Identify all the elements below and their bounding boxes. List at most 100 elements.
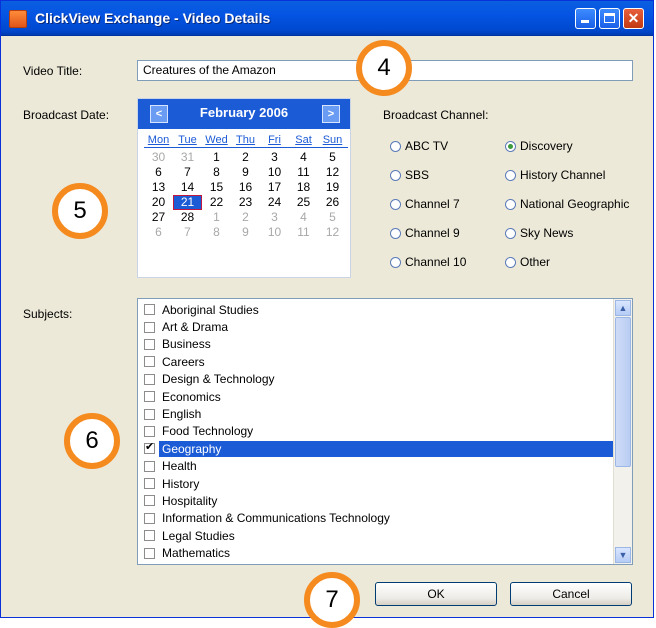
subject-checkbox[interactable] — [144, 356, 155, 368]
list-item[interactable]: Legal Studies — [138, 527, 614, 544]
list-item[interactable]: Art & Drama — [138, 318, 614, 335]
subject-checkbox[interactable] — [144, 478, 155, 490]
radio-circle-icon[interactable] — [505, 227, 516, 239]
list-item[interactable]: Business — [138, 336, 614, 353]
calendar-day[interactable]: 12 — [318, 165, 347, 180]
calendar-day[interactable]: 18 — [289, 180, 318, 195]
title-bar[interactable]: ClickView Exchange - Video Details ✕ — [1, 1, 653, 36]
channel-radio-sky-news[interactable]: Sky News — [505, 226, 573, 240]
subject-checkbox[interactable] — [144, 391, 155, 403]
subject-checkbox[interactable] — [144, 304, 155, 316]
calendar-day[interactable]: 4 — [289, 210, 318, 225]
calendar-day[interactable]: 23 — [231, 195, 260, 210]
maximize-button[interactable] — [599, 8, 620, 29]
calendar-day[interactable]: 17 — [260, 180, 289, 195]
radio-circle-icon[interactable] — [390, 140, 401, 152]
subject-checkbox[interactable] — [144, 338, 155, 350]
calendar-day[interactable]: 1 — [202, 210, 231, 225]
list-item[interactable]: Health — [138, 458, 614, 475]
subject-checkbox[interactable] — [144, 495, 155, 507]
list-item[interactable]: Hospitality — [138, 492, 614, 509]
calendar-day[interactable]: 3 — [260, 150, 289, 165]
list-item[interactable]: Design & Technology — [138, 371, 614, 388]
calendar-day[interactable]: 8 — [202, 225, 231, 240]
radio-circle-icon[interactable] — [505, 256, 516, 268]
calendar-day[interactable]: 25 — [289, 195, 318, 210]
subject-checkbox[interactable] — [144, 425, 155, 437]
channel-radio-sbs[interactable]: SBS — [390, 168, 429, 182]
calendar-prev-month-button[interactable]: < — [150, 105, 168, 123]
calendar-day[interactable]: 2 — [231, 210, 260, 225]
calendar-day[interactable]: 3 — [260, 210, 289, 225]
ok-button[interactable]: OK — [375, 582, 497, 606]
calendar-day[interactable]: 6 — [144, 225, 173, 240]
subject-checkbox[interactable] — [144, 547, 155, 559]
calendar-day[interactable]: 19 — [318, 180, 347, 195]
list-item[interactable]: Economics — [138, 388, 614, 405]
calendar-day[interactable]: 9 — [231, 225, 260, 240]
channel-radio-channel-9[interactable]: Channel 9 — [390, 226, 460, 240]
channel-radio-history-channel[interactable]: History Channel — [505, 168, 605, 182]
channel-radio-discovery[interactable]: Discovery — [505, 139, 573, 153]
subject-checkbox[interactable] — [144, 460, 155, 472]
close-button[interactable]: ✕ — [623, 8, 644, 29]
calendar-day[interactable]: 7 — [173, 225, 202, 240]
calendar-next-month-button[interactable]: > — [322, 105, 340, 123]
broadcast-date-calendar[interactable]: < February 2006 > Mon Tue Wed Thu Fri Sat Sun … — [137, 98, 351, 278]
calendar-day[interactable]: 4 — [289, 150, 318, 165]
subject-checkbox[interactable] — [144, 321, 155, 333]
list-item[interactable]: Careers — [138, 353, 614, 370]
subject-checkbox[interactable] — [144, 512, 155, 524]
calendar-day[interactable]: 5 — [318, 150, 347, 165]
list-item[interactable]: History — [138, 475, 614, 492]
list-item[interactable]: Information & Communications Technology — [138, 510, 614, 527]
calendar-day[interactable]: 24 — [260, 195, 289, 210]
calendar-day[interactable]: 13 — [144, 180, 173, 195]
radio-circle-icon[interactable] — [505, 140, 516, 152]
calendar-day[interactable]: 8 — [202, 165, 231, 180]
calendar-day[interactable]: 7 — [173, 165, 202, 180]
calendar-day[interactable]: 9 — [231, 165, 260, 180]
calendar-day-selected[interactable]: 21 — [173, 195, 202, 210]
channel-radio-channel-10[interactable]: Channel 10 — [390, 255, 466, 269]
scroll-up-button[interactable]: ▲ — [615, 300, 631, 316]
calendar-day[interactable]: 6 — [144, 165, 173, 180]
calendar-day[interactable]: 2 — [231, 150, 260, 165]
radio-circle-icon[interactable] — [505, 169, 516, 181]
calendar-day[interactable]: 26 — [318, 195, 347, 210]
calendar-day[interactable]: 14 — [173, 180, 202, 195]
calendar-day[interactable]: 11 — [289, 225, 318, 240]
calendar-day[interactable]: 16 — [231, 180, 260, 195]
channel-radio-channel-7[interactable]: Channel 7 — [390, 197, 460, 211]
calendar-day[interactable]: 1 — [202, 150, 231, 165]
subjects-scrollbar[interactable]: ▲ ▼ — [613, 299, 632, 564]
calendar-day[interactable]: 11 — [289, 165, 318, 180]
calendar-day[interactable]: 27 — [144, 210, 173, 225]
subject-checkbox[interactable] — [144, 408, 155, 420]
calendar-day[interactable]: 5 — [318, 210, 347, 225]
channel-radio-national-geographic[interactable]: National Geographic — [505, 197, 629, 211]
radio-circle-icon[interactable] — [390, 227, 401, 239]
radio-circle-icon[interactable] — [390, 198, 401, 210]
channel-radio-other[interactable]: Other — [505, 255, 550, 269]
radio-circle-icon[interactable] — [390, 256, 401, 268]
channel-radio-abc-tv[interactable]: ABC TV — [390, 139, 448, 153]
list-item[interactable]: Geography — [138, 440, 614, 457]
list-item[interactable]: Food Technology — [138, 423, 614, 440]
calendar-day[interactable]: 30 — [144, 150, 173, 165]
scroll-down-button[interactable]: ▼ — [615, 547, 631, 563]
minimize-button[interactable] — [575, 8, 596, 29]
cancel-button[interactable]: Cancel — [510, 582, 632, 606]
subject-checkbox[interactable] — [144, 530, 155, 542]
list-item[interactable]: Aboriginal Studies — [138, 301, 614, 318]
radio-circle-icon[interactable] — [390, 169, 401, 181]
radio-circle-icon[interactable] — [505, 198, 516, 210]
scroll-thumb[interactable] — [615, 317, 631, 467]
calendar-day[interactable]: 10 — [260, 225, 289, 240]
calendar-day[interactable]: 20 — [144, 195, 173, 210]
calendar-day[interactable]: 15 — [202, 180, 231, 195]
subject-checkbox[interactable] — [144, 373, 155, 385]
calendar-day[interactable]: 10 — [260, 165, 289, 180]
subjects-listbox[interactable]: Aboriginal Studies Art & Drama Business Car… — [137, 298, 633, 565]
calendar-day[interactable]: 22 — [202, 195, 231, 210]
